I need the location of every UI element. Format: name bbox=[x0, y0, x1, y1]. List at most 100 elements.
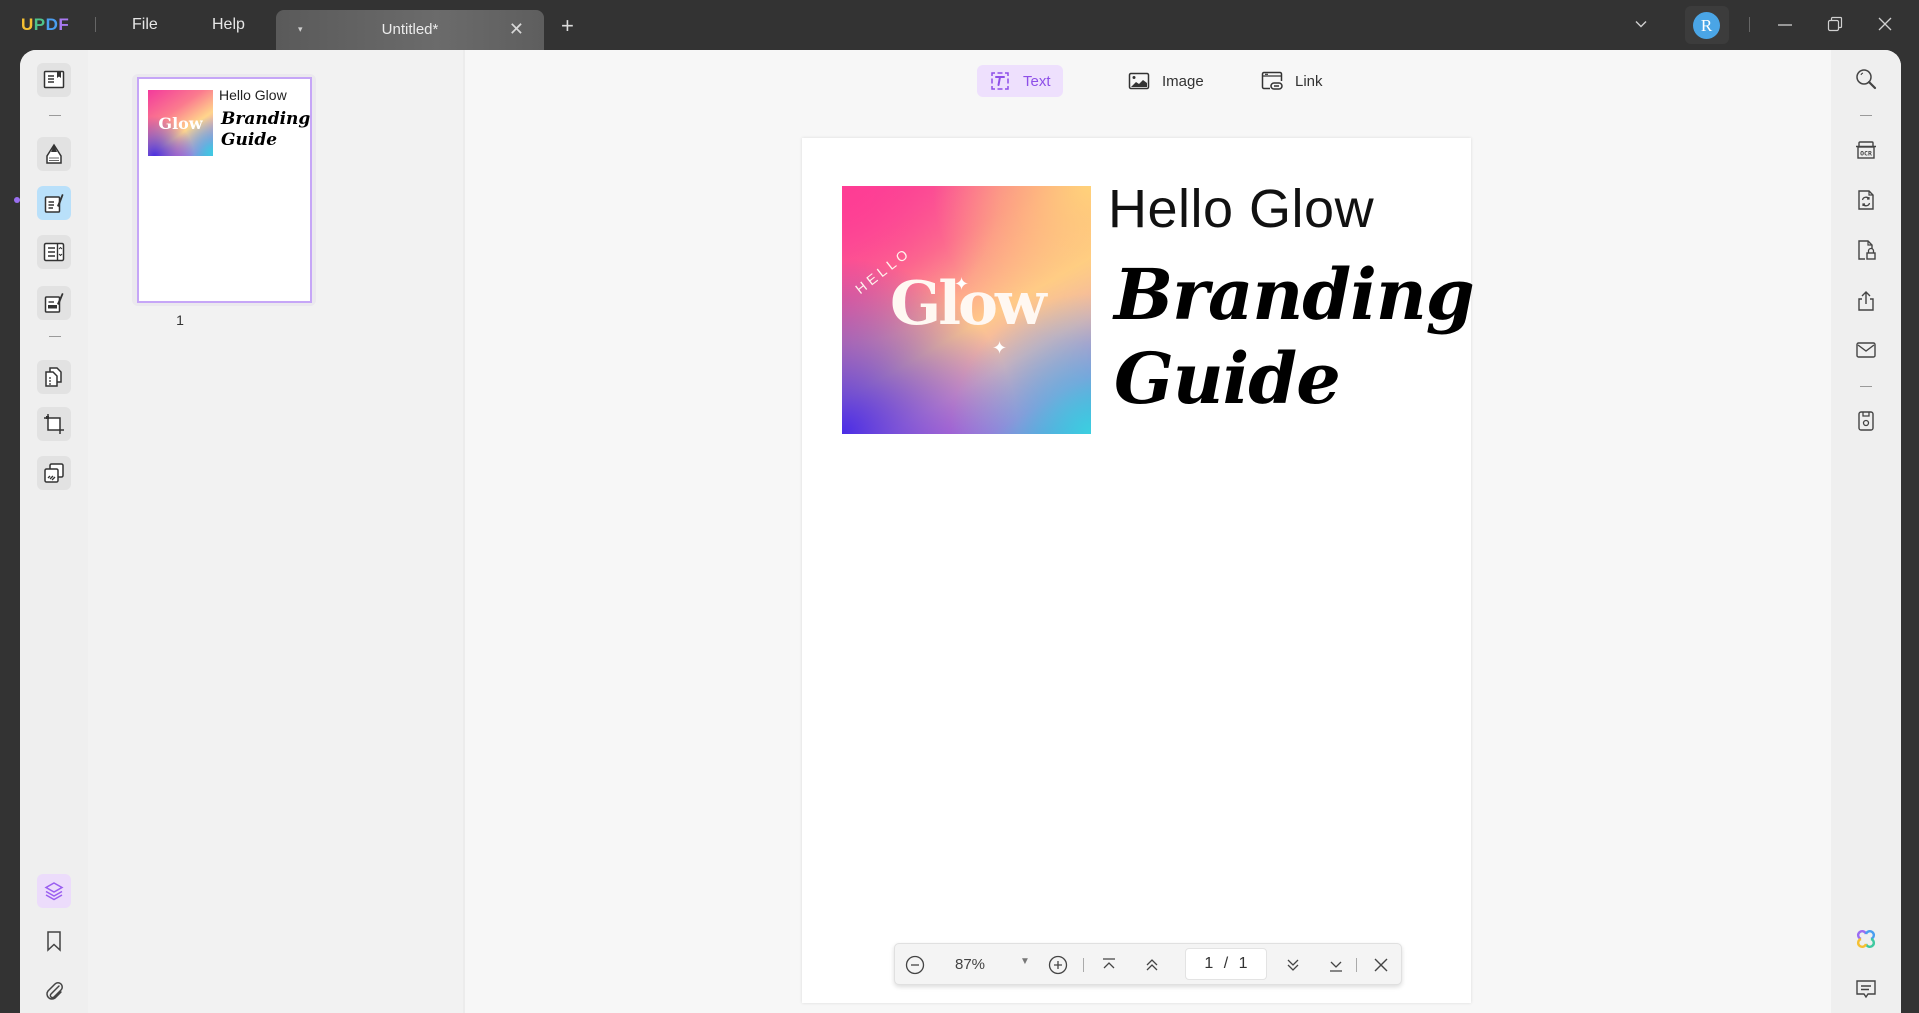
right-sidebar: OCR bbox=[1831, 50, 1901, 1013]
image-icon bbox=[1128, 72, 1150, 90]
comment-tool-button[interactable] bbox=[37, 137, 71, 171]
chevron-down-icon[interactable] bbox=[1633, 16, 1649, 32]
thumbnail-heading: Hello Glow bbox=[219, 87, 287, 103]
attachment-button[interactable] bbox=[37, 974, 71, 1008]
zoom-in-button[interactable] bbox=[1048, 955, 1068, 975]
crop-tool-button[interactable] bbox=[37, 407, 71, 441]
account-button[interactable]: R bbox=[1685, 6, 1729, 44]
first-page-button[interactable] bbox=[1100, 956, 1118, 974]
link-tool-button[interactable]: Link bbox=[1249, 65, 1335, 97]
new-tab-button[interactable]: + bbox=[561, 15, 574, 37]
comments-panel-button[interactable] bbox=[1853, 976, 1879, 1002]
save-icon bbox=[1858, 411, 1874, 431]
reader-icon bbox=[43, 70, 65, 89]
text-tool-button[interactable]: Text bbox=[977, 65, 1063, 97]
email-button[interactable] bbox=[1853, 337, 1879, 363]
bookmark-icon bbox=[47, 931, 61, 952]
image-tool-label: Image bbox=[1162, 72, 1204, 90]
thumbnail-image: Glow bbox=[148, 90, 213, 156]
pdf-page[interactable]: HELLO Glow ✦ ✦ Hello Glow Branding Guide bbox=[802, 138, 1475, 1003]
zoom-out-icon bbox=[905, 955, 925, 975]
page-thumbnail[interactable]: Glow Hello Glow Branding Guide bbox=[132, 74, 316, 306]
protect-button[interactable] bbox=[1853, 237, 1879, 263]
text-tool-label: Text bbox=[1023, 72, 1051, 90]
edit-document-icon bbox=[44, 194, 64, 213]
pages-icon bbox=[45, 367, 62, 387]
image-glow-text: Glow bbox=[890, 269, 1047, 339]
tab-title: Untitled* bbox=[381, 21, 439, 38]
sidebar-divider bbox=[49, 336, 61, 337]
form-tool-button[interactable] bbox=[37, 235, 71, 269]
paperclip-icon bbox=[46, 982, 63, 1000]
ocr-button[interactable]: OCR bbox=[1853, 137, 1879, 163]
image-tool-button[interactable]: Image bbox=[1116, 65, 1216, 97]
link-tool-label: Link bbox=[1295, 72, 1323, 90]
search-button[interactable] bbox=[1853, 66, 1879, 92]
restore-icon[interactable] bbox=[1827, 16, 1843, 32]
watermark-icon bbox=[44, 463, 64, 483]
ai-assistant-icon bbox=[1856, 929, 1876, 949]
sidebar-divider bbox=[1860, 115, 1872, 116]
last-page-button[interactable] bbox=[1327, 956, 1345, 974]
thumbnail-page[interactable]: Glow Hello Glow Branding Guide bbox=[137, 77, 312, 303]
avatar[interactable]: R bbox=[1693, 12, 1720, 39]
link-icon bbox=[1261, 71, 1283, 90]
zoom-navigation-bar: 87% ▼ 1 / 1 bbox=[894, 943, 1402, 985]
sign-icon bbox=[44, 293, 64, 313]
sidebar-divider bbox=[49, 115, 61, 116]
app-body: Glow Hello Glow Branding Guide 1 Text Im… bbox=[20, 50, 1901, 1013]
last-page-icon bbox=[1330, 961, 1342, 972]
crop-icon bbox=[44, 414, 64, 434]
mail-icon bbox=[1856, 342, 1876, 358]
next-page-button[interactable] bbox=[1284, 956, 1302, 974]
ai-assistant-button[interactable] bbox=[1853, 926, 1879, 952]
updf-logo: UPDF bbox=[21, 15, 70, 34]
document-tab[interactable]: ▾ Untitled* ✕ bbox=[276, 10, 544, 50]
zoom-dropdown-icon[interactable]: ▼ bbox=[1020, 956, 1030, 967]
document-heading[interactable]: Hello Glow bbox=[1108, 178, 1374, 240]
sparkle-icon: ✦ bbox=[954, 274, 970, 294]
comment-icon bbox=[1856, 980, 1876, 999]
convert-icon bbox=[1858, 190, 1874, 210]
tab-close-icon[interactable]: ✕ bbox=[509, 19, 524, 40]
search-icon bbox=[1856, 69, 1877, 90]
title-separator bbox=[95, 17, 96, 32]
zoom-bar-separator bbox=[1083, 958, 1084, 972]
reader-tool-button[interactable] bbox=[37, 63, 71, 97]
previous-page-button[interactable] bbox=[1143, 956, 1161, 974]
save-button[interactable] bbox=[1853, 408, 1879, 434]
ocr-icon: OCR bbox=[1856, 141, 1876, 159]
menu-help[interactable]: Help bbox=[212, 16, 245, 34]
window-close-icon[interactable] bbox=[1877, 16, 1893, 32]
title-bar: UPDF File Help ▾ Untitled* ✕ + R bbox=[0, 0, 1919, 50]
watermark-tool-button[interactable] bbox=[37, 456, 71, 490]
share-icon bbox=[1858, 291, 1874, 311]
svg-text:OCR: OCR bbox=[1860, 150, 1872, 158]
first-page-icon bbox=[1103, 958, 1115, 969]
bookmark-button[interactable] bbox=[37, 924, 71, 958]
form-icon bbox=[43, 242, 65, 262]
document-title[interactable]: Branding Guide bbox=[1114, 253, 1475, 421]
sparkle-icon: ✦ bbox=[992, 338, 1008, 358]
minimize-icon[interactable] bbox=[1777, 17, 1793, 33]
edit-pdf-tool-button[interactable] bbox=[37, 186, 71, 220]
sidebar-divider bbox=[1860, 386, 1872, 387]
menu-file[interactable]: File bbox=[132, 16, 158, 34]
organize-pages-tool-button[interactable] bbox=[37, 360, 71, 394]
layers-button[interactable] bbox=[37, 874, 71, 908]
title-separator bbox=[1749, 17, 1750, 32]
share-button[interactable] bbox=[1853, 288, 1879, 314]
panel-edge bbox=[463, 50, 465, 1013]
close-zoom-bar-button[interactable] bbox=[1372, 956, 1390, 974]
zoom-bar-separator bbox=[1356, 958, 1357, 972]
fill-sign-tool-button[interactable] bbox=[37, 286, 71, 320]
thumbnail-page-number: 1 bbox=[176, 312, 184, 328]
page-number-input[interactable]: 1 / 1 bbox=[1185, 948, 1267, 980]
lock-document-icon bbox=[1858, 240, 1876, 260]
double-chevron-down-icon bbox=[1287, 959, 1299, 971]
zoom-out-button[interactable] bbox=[905, 955, 925, 975]
zoom-in-icon bbox=[1048, 955, 1068, 975]
convert-button[interactable] bbox=[1853, 187, 1879, 213]
zoom-level[interactable]: 87% bbox=[955, 956, 985, 973]
document-image[interactable]: HELLO Glow ✦ ✦ bbox=[842, 186, 1091, 434]
